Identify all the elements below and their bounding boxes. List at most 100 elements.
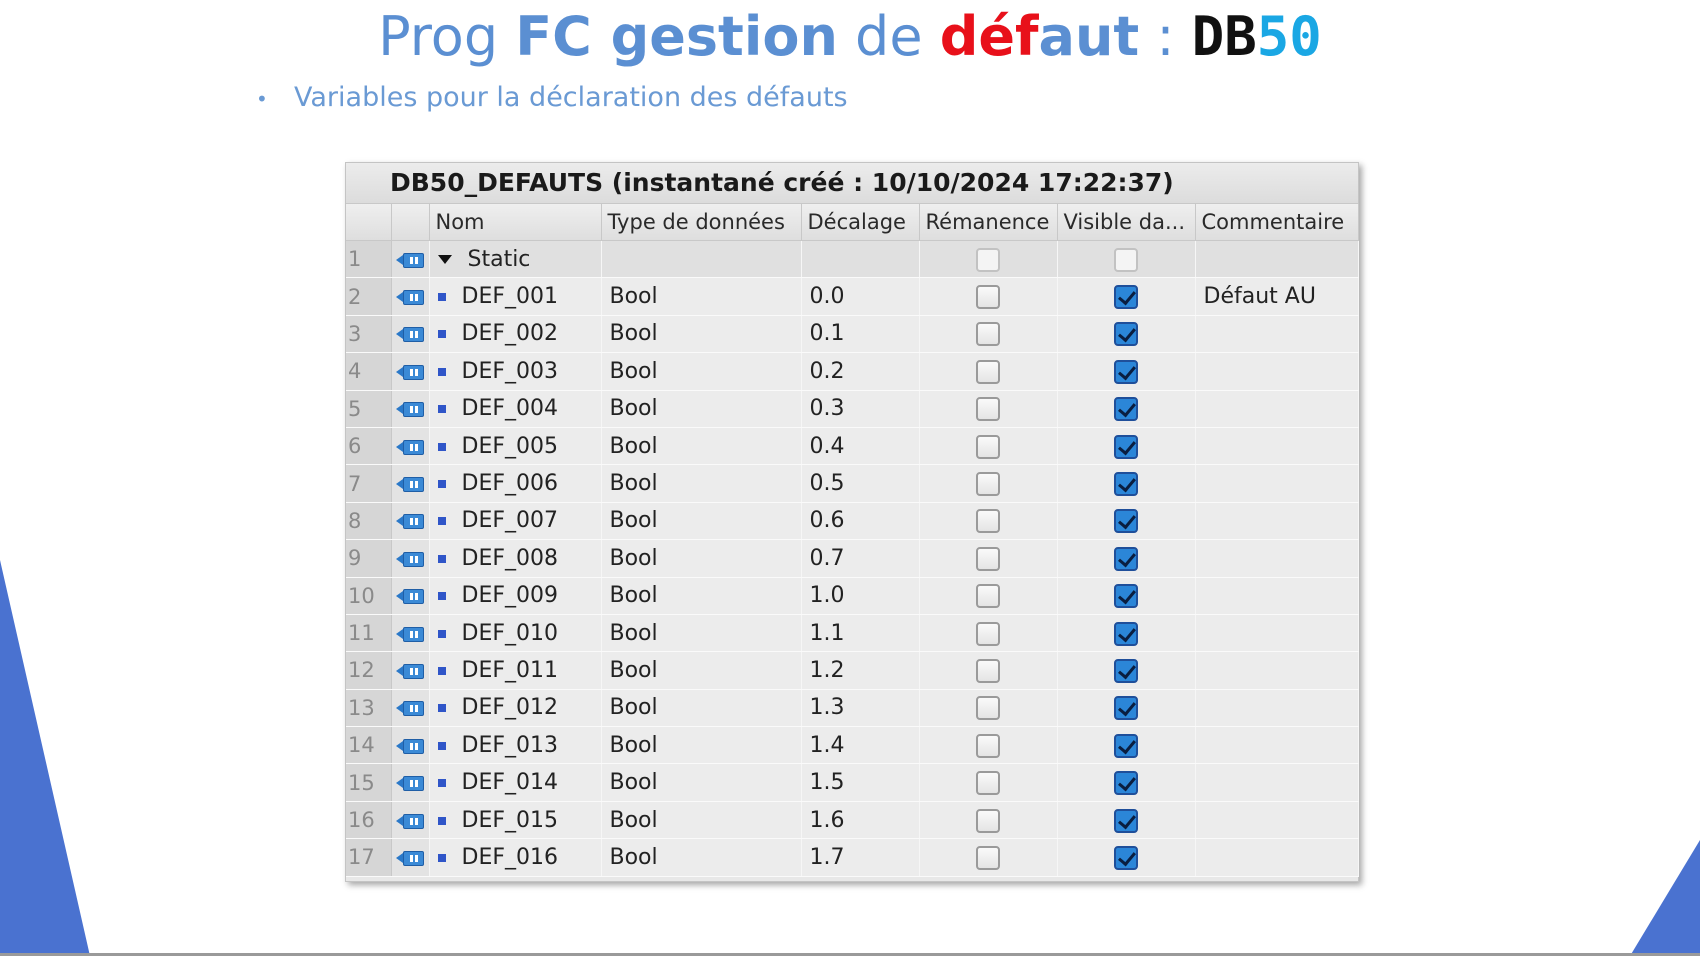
comment-cell[interactable] [1195, 689, 1359, 728]
header-type[interactable]: Type de données [601, 204, 802, 241]
table-row[interactable]: 9 DEF_008 Bool 0.7 [346, 539, 1359, 578]
retain-cell[interactable] [919, 277, 1058, 316]
visible-checkbox[interactable] [1114, 509, 1138, 534]
visible-cell[interactable] [1057, 240, 1196, 279]
type-cell[interactable]: Bool [601, 502, 802, 541]
visible-cell[interactable] [1057, 502, 1196, 541]
comment-cell[interactable] [1195, 502, 1359, 541]
retain-checkbox[interactable] [976, 621, 1000, 646]
table-row[interactable]: 14 DEF_013 Bool 1.4 [346, 726, 1359, 765]
triangle-down-icon[interactable] [437, 255, 452, 265]
visible-checkbox[interactable] [1114, 584, 1138, 609]
table-row[interactable]: 6 DEF_005 Bool 0.4 [346, 427, 1359, 466]
visible-checkbox[interactable] [1114, 247, 1138, 272]
retain-checkbox[interactable] [976, 771, 1000, 796]
visible-cell[interactable] [1057, 277, 1196, 316]
visible-checkbox[interactable] [1114, 285, 1138, 310]
visible-cell[interactable] [1057, 352, 1196, 391]
retain-checkbox[interactable] [976, 546, 1000, 571]
visible-checkbox[interactable] [1114, 546, 1138, 571]
variable-name-cell[interactable]: DEF_011 [429, 651, 602, 690]
variable-name-cell[interactable]: DEF_003 [429, 352, 602, 391]
retain-cell[interactable] [919, 390, 1058, 428]
comment-cell[interactable] [1195, 240, 1359, 279]
variable-name-cell[interactable]: DEF_006 [429, 464, 602, 503]
retain-cell[interactable] [919, 689, 1058, 728]
variable-name-cell[interactable]: DEF_012 [429, 689, 602, 728]
comment-cell[interactable]: Défaut AU [1195, 277, 1359, 316]
comment-cell[interactable] [1195, 539, 1359, 578]
visible-cell[interactable] [1057, 577, 1196, 615]
visible-cell[interactable] [1057, 427, 1196, 466]
retain-cell[interactable] [919, 763, 1058, 802]
visible-cell[interactable] [1057, 315, 1196, 354]
variable-name-cell[interactable]: DEF_004 [429, 390, 602, 428]
variable-name-cell[interactable]: DEF_010 [429, 614, 602, 653]
visible-checkbox[interactable] [1114, 808, 1138, 833]
visible-checkbox[interactable] [1114, 845, 1138, 870]
table-row[interactable]: 4 DEF_003 Bool 0.2 [346, 352, 1359, 391]
variable-name-cell[interactable]: DEF_015 [429, 801, 602, 840]
visible-checkbox[interactable] [1114, 397, 1138, 422]
variable-name-cell[interactable]: DEF_014 [429, 763, 602, 802]
retain-checkbox[interactable] [976, 509, 1000, 534]
retain-checkbox[interactable] [976, 584, 1000, 609]
visible-checkbox[interactable] [1114, 434, 1138, 459]
static-name-cell[interactable]: Static [429, 240, 602, 279]
retain-checkbox[interactable] [976, 285, 1000, 310]
table-row[interactable]: 13 DEF_012 Bool 1.3 [346, 689, 1359, 728]
table-row[interactable]: 5 DEF_004 Bool 0.3 [346, 390, 1359, 428]
table-row[interactable]: 16 DEF_015 Bool 1.6 [346, 801, 1359, 840]
table-row[interactable]: 17 DEF_016 Bool 1.7 [346, 838, 1359, 877]
comment-cell[interactable] [1195, 614, 1359, 653]
header-name[interactable]: Nom [429, 204, 602, 241]
variable-name-cell[interactable]: DEF_009 [429, 577, 602, 615]
retain-cell[interactable] [919, 240, 1058, 279]
retain-checkbox[interactable] [976, 247, 1000, 272]
visible-cell[interactable] [1057, 801, 1196, 840]
type-cell[interactable]: Bool [601, 577, 802, 615]
type-cell[interactable]: Bool [601, 614, 802, 653]
retain-cell[interactable] [919, 427, 1058, 466]
visible-cell[interactable] [1057, 726, 1196, 765]
visible-cell[interactable] [1057, 539, 1196, 578]
visible-checkbox[interactable] [1114, 733, 1138, 758]
comment-cell[interactable] [1195, 577, 1359, 615]
type-cell[interactable]: Bool [601, 801, 802, 840]
retain-checkbox[interactable] [976, 696, 1000, 721]
table-row[interactable]: 7 DEF_006 Bool 0.5 [346, 464, 1359, 503]
type-cell[interactable]: Bool [601, 315, 802, 354]
type-cell[interactable]: Bool [601, 539, 802, 578]
retain-checkbox[interactable] [976, 808, 1000, 833]
comment-cell[interactable] [1195, 726, 1359, 765]
visible-cell[interactable] [1057, 390, 1196, 428]
visible-cell[interactable] [1057, 651, 1196, 690]
header-retain[interactable]: Rémanence [919, 204, 1058, 241]
comment-cell[interactable] [1195, 651, 1359, 690]
table-row[interactable]: 8 DEF_007 Bool 0.6 [346, 502, 1359, 541]
header-offset[interactable]: Décalage [801, 204, 920, 241]
visible-checkbox[interactable] [1114, 621, 1138, 646]
comment-cell[interactable] [1195, 352, 1359, 391]
retain-cell[interactable] [919, 838, 1058, 877]
visible-checkbox[interactable] [1114, 771, 1138, 796]
visible-cell[interactable] [1057, 763, 1196, 802]
type-cell[interactable]: Bool [601, 390, 802, 428]
visible-checkbox[interactable] [1114, 696, 1138, 721]
type-cell[interactable]: Bool [601, 651, 802, 690]
type-cell[interactable]: Bool [601, 427, 802, 466]
comment-cell[interactable] [1195, 801, 1359, 840]
variable-name-cell[interactable]: DEF_008 [429, 539, 602, 578]
type-cell[interactable]: Bool [601, 464, 802, 503]
type-cell[interactable]: Bool [601, 763, 802, 802]
retain-cell[interactable] [919, 352, 1058, 391]
retain-checkbox[interactable] [976, 845, 1000, 870]
table-row[interactable]: 12 DEF_011 Bool 1.2 [346, 651, 1359, 690]
visible-cell[interactable] [1057, 614, 1196, 653]
visible-cell[interactable] [1057, 464, 1196, 503]
type-cell[interactable]: Bool [601, 689, 802, 728]
header-visible[interactable]: Visible da... [1057, 204, 1196, 241]
retain-checkbox[interactable] [976, 359, 1000, 384]
table-row[interactable]: 2 DEF_001 Bool 0.0 Défaut AU [346, 277, 1359, 316]
type-cell[interactable] [601, 240, 802, 279]
